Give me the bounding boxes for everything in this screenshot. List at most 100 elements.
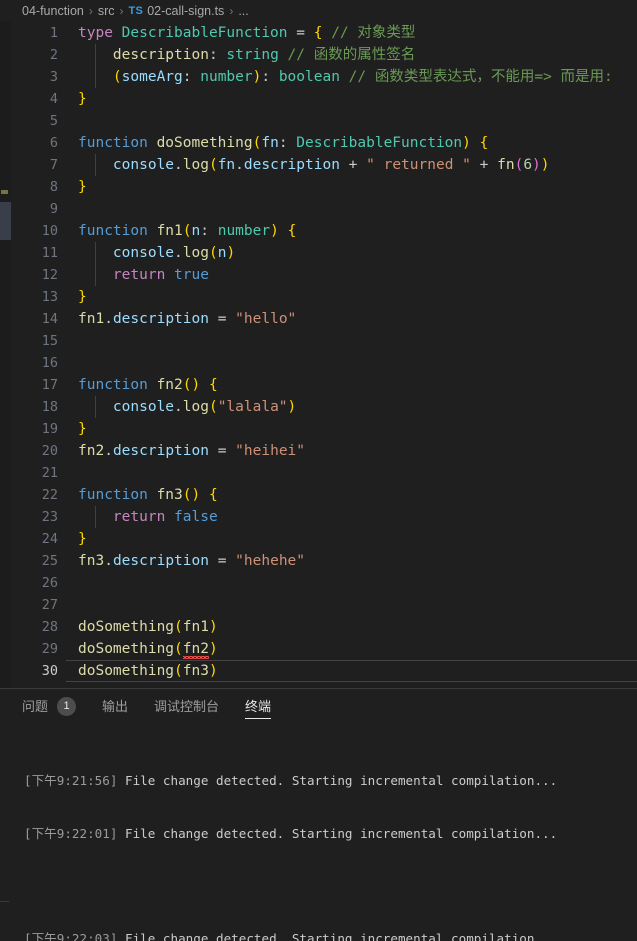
terminal-timestamp: [下午9:21:56] xyxy=(24,773,117,788)
code-line[interactable]: 22 function fn3() { xyxy=(0,484,637,506)
line-number: 2 xyxy=(0,44,58,66)
code-line[interactable]: 13} xyxy=(0,286,637,308)
breadcrumb: 04-function › src › TS 02-call-sign.ts ›… xyxy=(0,0,637,22)
code-line[interactable]: 15 xyxy=(0,330,637,352)
code-text: fn2.description = "heihei" xyxy=(78,440,637,462)
line-number: 15 xyxy=(0,330,58,352)
code-line[interactable]: 11 console.log(n) xyxy=(0,242,637,264)
code-line[interactable]: 4} xyxy=(0,88,637,110)
code-line[interactable]: 18 console.log("lalala") xyxy=(0,396,637,418)
tab-problems-label: 问题 xyxy=(22,689,48,724)
code-line[interactable]: 26 xyxy=(0,572,637,594)
bottom-panel: 问题 1 输出 调试控制台 终端 [下午9:21:56] File change… xyxy=(0,688,637,941)
breadcrumb-item-src[interactable]: src xyxy=(98,4,115,18)
code-line[interactable]: 7 console.log(fn.description + " returne… xyxy=(0,154,637,176)
typescript-file-icon: TS xyxy=(129,5,144,17)
code-line-list: 1type DescribableFunction = { // 对象类型2 d… xyxy=(0,22,637,682)
code-line[interactable]: 10 function fn1(n: number) { xyxy=(0,220,637,242)
line-number: 30 xyxy=(0,660,58,682)
code-text: (someArg: number): boolean // 函数类型表达式，不能… xyxy=(78,66,637,88)
code-line[interactable]: 19} xyxy=(0,418,637,440)
breadcrumb-item-more[interactable]: ... xyxy=(238,4,248,18)
breadcrumb-separator: › xyxy=(229,4,233,18)
code-text: doSomething(fn2) xyxy=(78,638,637,660)
code-text: } xyxy=(78,418,637,440)
line-number: 20 xyxy=(0,440,58,462)
code-line[interactable]: 16 xyxy=(0,352,637,374)
terminal-message: File change detected. Starting increment… xyxy=(117,826,557,841)
code-line[interactable]: 23 return false xyxy=(0,506,637,528)
line-number: 4 xyxy=(0,88,58,110)
code-text: console.log(n) xyxy=(78,242,637,264)
code-line[interactable]: 21 xyxy=(0,462,637,484)
terminal-blank-line xyxy=(24,877,637,895)
code-line[interactable]: 9 xyxy=(0,198,637,220)
terminal-message: File change detected. Starting increment… xyxy=(117,931,557,941)
code-line[interactable]: 27 xyxy=(0,594,637,616)
code-text: console.log("lalala") xyxy=(78,396,637,418)
code-line[interactable]: 25 fn3.description = "hehehe" xyxy=(0,550,637,572)
line-number: 28 xyxy=(0,616,58,638)
line-number: 12 xyxy=(0,264,58,286)
breadcrumb-item-file[interactable]: 02-call-sign.ts xyxy=(147,4,224,18)
tab-active-indicator xyxy=(245,718,271,719)
code-line[interactable]: 1type DescribableFunction = { // 对象类型 xyxy=(0,22,637,44)
breadcrumb-separator: › xyxy=(89,4,93,18)
code-text: function fn1(n: number) { xyxy=(78,220,637,242)
code-line[interactable]: 30doSomething(fn3) xyxy=(0,660,637,682)
code-text: function doSomething(fn: DescribableFunc… xyxy=(78,132,637,154)
code-line[interactable]: 29 doSomething(fn2) xyxy=(0,638,637,660)
code-text: description: string // 函数的属性签名 xyxy=(78,44,637,66)
code-line[interactable]: 17function fn2() { xyxy=(0,374,637,396)
tab-problems[interactable]: 问题 1 xyxy=(22,689,76,724)
terminal-output[interactable]: [下午9:21:56] File change detected. Starti… xyxy=(0,724,637,941)
code-line[interactable]: 6 function doSomething(fn: DescribableFun… xyxy=(0,132,637,154)
tab-terminal[interactable]: 终端 xyxy=(245,689,271,724)
line-number: 10 xyxy=(0,220,58,242)
line-number: 11 xyxy=(0,242,58,264)
code-editor[interactable]: 1type DescribableFunction = { // 对象类型2 d… xyxy=(0,22,637,688)
line-number: 6 xyxy=(0,132,58,154)
problems-count-badge: 1 xyxy=(57,697,76,716)
tab-debug-console-label: 调试控制台 xyxy=(154,689,219,724)
code-line[interactable]: 3 (someArg: number): boolean // 函数类型表达式，… xyxy=(0,66,637,88)
line-number: 5 xyxy=(0,110,58,132)
line-number: 18 xyxy=(0,396,58,418)
line-number: 27 xyxy=(0,594,58,616)
terminal-line: [下午9:21:56] File change detected. Starti… xyxy=(24,772,637,790)
tab-output[interactable]: 输出 xyxy=(102,689,128,724)
code-line[interactable]: 5 xyxy=(0,110,637,132)
line-number: 23 xyxy=(0,506,58,528)
code-text: doSomething(fn1) xyxy=(78,616,637,638)
code-text: function fn3() { xyxy=(78,484,637,506)
code-line[interactable]: 20 fn2.description = "heihei" xyxy=(0,440,637,462)
line-number: 19 xyxy=(0,418,58,440)
line-number: 24 xyxy=(0,528,58,550)
code-text: } xyxy=(78,88,637,110)
line-number: 29 xyxy=(0,638,58,660)
line-number: 13 xyxy=(0,286,58,308)
line-number: 25 xyxy=(0,550,58,572)
code-line[interactable]: 28 doSomething(fn1) xyxy=(0,616,637,638)
tab-output-label: 输出 xyxy=(102,689,128,724)
code-line[interactable]: 14fn1.description = "hello" xyxy=(0,308,637,330)
code-text: } xyxy=(78,286,637,308)
code-text: console.log(fn.description + " returned … xyxy=(78,154,637,176)
terminal-timestamp: [下午9:22:03] xyxy=(24,931,117,941)
terminal-line: [下午9:22:03] File change detected. Starti… xyxy=(24,930,637,941)
line-number: 7 xyxy=(0,154,58,176)
panel-edge-divider xyxy=(0,901,9,902)
breadcrumb-separator: › xyxy=(120,4,124,18)
code-text: fn3.description = "hehehe" xyxy=(78,550,637,572)
tab-debug-console[interactable]: 调试控制台 xyxy=(154,689,219,724)
terminal-message: File change detected. Starting increment… xyxy=(117,773,557,788)
line-number: 14 xyxy=(0,308,58,330)
terminal-timestamp: [下午9:22:01] xyxy=(24,826,117,841)
code-line[interactable]: 8} xyxy=(0,176,637,198)
breadcrumb-item-folder[interactable]: 04-function xyxy=(22,4,84,18)
code-line[interactable]: 2 description: string // 函数的属性签名 xyxy=(0,44,637,66)
line-number: 22 xyxy=(0,484,58,506)
code-line[interactable]: 24} xyxy=(0,528,637,550)
code-line[interactable]: 12 return true xyxy=(0,264,637,286)
line-number: 16 xyxy=(0,352,58,374)
